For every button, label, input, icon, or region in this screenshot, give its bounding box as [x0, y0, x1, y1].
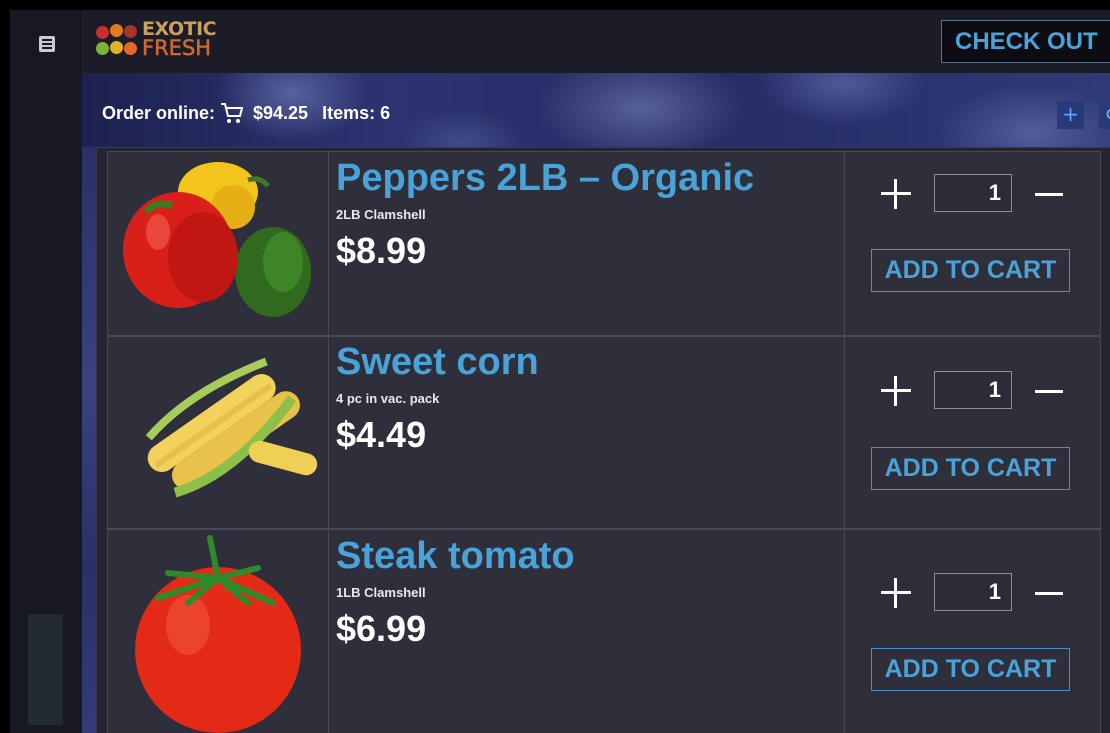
product-pack-size: 4 pc in vac. pack [336, 391, 440, 406]
product-info: Peppers 2LB – Organic 2LB Clamshell $8.9… [329, 152, 845, 335]
decrease-qty-button[interactable] [1035, 390, 1063, 393]
shopping-cart-icon[interactable] [220, 102, 244, 124]
order-summary: Order online: $94.25 Items: 6 [102, 102, 390, 124]
product-price: $4.49 [336, 414, 427, 455]
increase-qty-button[interactable] [881, 376, 911, 406]
product-pack-size: 1LB Clamshell [336, 585, 426, 600]
product-info: Steak tomato 1LB Clamshell $6.99 [329, 530, 845, 733]
product-pack-size: 2LB Clamshell [336, 207, 426, 222]
product-image-cell [108, 337, 329, 528]
tomato-image [135, 535, 301, 733]
product-price: $8.99 [336, 230, 427, 271]
left-rail [10, 10, 82, 733]
add-to-cart-button[interactable]: ADD TO CART [871, 648, 1070, 691]
rail-panel [28, 614, 63, 725]
product-actions: 1 ADD TO CART [845, 337, 1102, 528]
order-label: Order online: [102, 102, 216, 123]
add-to-cart-button[interactable]: ADD TO CART [871, 447, 1070, 490]
product-image-cell [108, 152, 329, 335]
bell-peppers-image [123, 162, 311, 317]
product-list: Peppers 2LB – Organic 2LB Clamshell $8.9… [96, 147, 1110, 733]
product-row: Peppers 2LB – Organic 2LB Clamshell $8.9… [107, 151, 1101, 336]
quantity-input[interactable]: 1 [934, 371, 1012, 409]
brand-name: EXOTIC FRESH [142, 20, 217, 60]
plus-icon[interactable]: + [1057, 101, 1084, 129]
decrease-qty-button[interactable] [1035, 193, 1063, 196]
product-row: Steak tomato 1LB Clamshell $6.99 1 ADD T… [107, 529, 1101, 733]
product-price: $6.99 [336, 608, 427, 649]
brand-line-2: FRESH [142, 36, 212, 60]
cart-item-count: Items: 6 [322, 102, 391, 123]
brand-logo[interactable]: EXOTIC FRESH [96, 20, 236, 64]
menu-icon[interactable] [39, 36, 55, 52]
cart-total: $94.25 [253, 102, 309, 123]
quantity-input[interactable]: 1 [934, 573, 1012, 611]
product-name[interactable]: Sweet corn [336, 342, 539, 382]
header: EXOTIC FRESH CHECK OUT [82, 10, 1110, 73]
search-icon[interactable] [1099, 101, 1110, 129]
add-to-cart-button[interactable]: ADD TO CART [871, 249, 1070, 292]
product-image-cell [108, 530, 329, 733]
checkout-button[interactable]: CHECK OUT [941, 20, 1110, 63]
product-name[interactable]: Peppers 2LB – Organic [336, 158, 754, 198]
corn-cobs-image [145, 357, 318, 498]
decrease-qty-button[interactable] [1035, 592, 1063, 595]
fruit-logo-icon [96, 24, 142, 64]
product-actions: 1 ADD TO CART [845, 152, 1102, 335]
app-frame: EXOTIC FRESH CHECK OUT Order online: $94… [10, 10, 1110, 733]
product-actions: 1 ADD TO CART [845, 530, 1102, 733]
product-row: Sweet corn 4 pc in vac. pack $4.49 1 ADD… [107, 336, 1101, 529]
product-info: Sweet corn 4 pc in vac. pack $4.49 [329, 337, 845, 528]
increase-qty-button[interactable] [881, 179, 911, 209]
quantity-input[interactable]: 1 [934, 174, 1012, 212]
background-stripe [82, 147, 96, 733]
increase-qty-button[interactable] [881, 578, 911, 608]
order-banner: Order online: $94.25 Items: 6 + [82, 73, 1110, 147]
product-name[interactable]: Steak tomato [336, 536, 575, 576]
